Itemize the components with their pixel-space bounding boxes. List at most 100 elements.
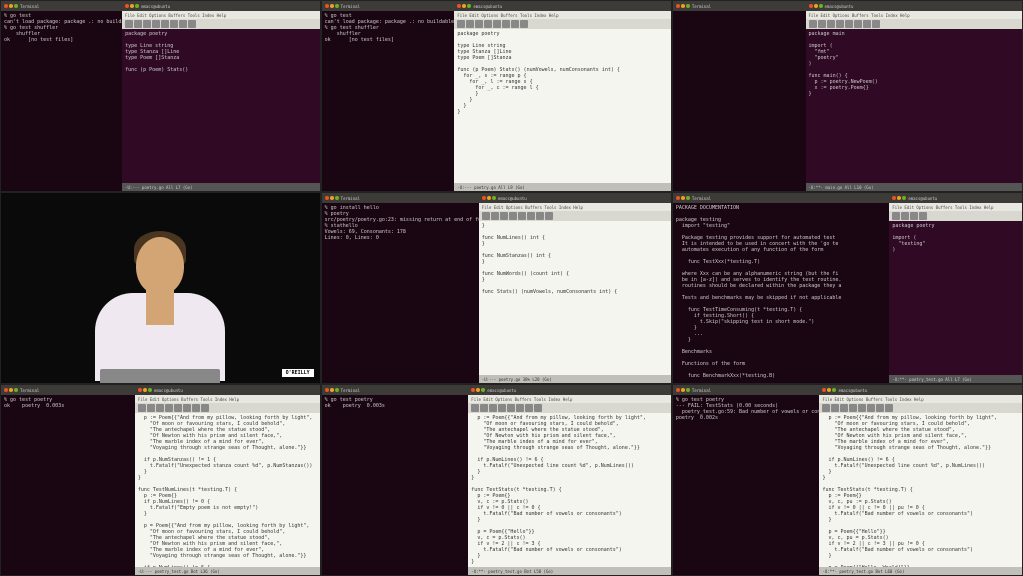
cut-icon[interactable]	[484, 20, 492, 28]
new-icon[interactable]	[482, 212, 490, 220]
new-icon[interactable]	[138, 404, 146, 412]
emacs-titlebar[interactable]: emacs@ubuntu	[468, 385, 671, 395]
copy-icon[interactable]	[174, 404, 182, 412]
undo-icon[interactable]	[192, 404, 200, 412]
terminal-output[interactable]: PACKAGE DOCUMENTATION package testing im…	[673, 203, 889, 383]
copy-icon[interactable]	[858, 404, 866, 412]
toolbar[interactable]	[479, 211, 671, 221]
toolbar[interactable]	[135, 403, 320, 413]
undo-icon[interactable]	[863, 20, 871, 28]
terminal-output[interactable]	[673, 11, 806, 191]
menubar[interactable]: File Edit Options Buffers Tools Index He…	[889, 203, 1022, 211]
cut-icon[interactable]	[849, 404, 857, 412]
menubar[interactable]: File Edit Options Buffers Tools Index He…	[468, 395, 671, 403]
new-icon[interactable]	[892, 212, 900, 220]
paste-icon[interactable]	[516, 404, 524, 412]
close-icon[interactable]	[125, 4, 129, 8]
terminal-output[interactable]: % go test poetry ok poetry 0.003s	[322, 395, 469, 575]
copy-icon[interactable]	[507, 404, 515, 412]
toolbar[interactable]	[806, 19, 1023, 29]
code-editor[interactable]: p := Poem{{"And from my pillow, looking …	[819, 413, 1022, 567]
terminal-titlebar[interactable]: Terminal	[322, 385, 469, 395]
cut-icon[interactable]	[152, 20, 160, 28]
menubar[interactable]: File Edit Options Buffers Tools Index He…	[454, 11, 671, 19]
emacs-titlebar[interactable]: emacs@ubuntu	[135, 385, 320, 395]
close-icon[interactable]	[676, 196, 680, 200]
close-icon[interactable]	[892, 196, 896, 200]
minimize-icon[interactable]	[897, 196, 901, 200]
cut-icon[interactable]	[498, 404, 506, 412]
minimize-icon[interactable]	[130, 4, 134, 8]
maximize-icon[interactable]	[902, 196, 906, 200]
code-editor[interactable]: p := Poem{{"And from my pillow, looking …	[135, 413, 320, 567]
maximize-icon[interactable]	[148, 388, 152, 392]
terminal-titlebar[interactable]: Terminal	[673, 193, 889, 203]
emacs-titlebar[interactable]: emacs@ubuntu	[454, 1, 671, 11]
code-editor[interactable]: package poetry type Line string type Sta…	[454, 29, 671, 183]
new-icon[interactable]	[809, 20, 817, 28]
terminal-titlebar[interactable]: Terminal	[1, 385, 135, 395]
cut-icon[interactable]	[919, 212, 927, 220]
undo-icon[interactable]	[525, 404, 533, 412]
save-icon[interactable]	[910, 212, 918, 220]
maximize-icon[interactable]	[686, 196, 690, 200]
minimize-icon[interactable]	[9, 388, 13, 392]
code-editor[interactable]: package poetry import ( "testing" )	[889, 221, 1022, 375]
minimize-icon[interactable]	[143, 388, 147, 392]
toolbar[interactable]	[819, 403, 1022, 413]
close-icon[interactable]	[325, 388, 329, 392]
open-icon[interactable]	[491, 212, 499, 220]
search-icon[interactable]	[872, 20, 880, 28]
emacs-titlebar[interactable]: emacs@ubuntu	[122, 1, 320, 11]
code-editor[interactable]: } func NumLines() int { } func NumStanza…	[479, 221, 671, 375]
close-icon[interactable]	[676, 4, 680, 8]
minimize-icon[interactable]	[330, 196, 334, 200]
emacs-titlebar[interactable]: emacs@ubuntu	[479, 193, 671, 203]
paste-icon[interactable]	[170, 20, 178, 28]
open-icon[interactable]	[831, 404, 839, 412]
emacs-titlebar[interactable]: emacs@ubuntu	[819, 385, 1022, 395]
close-icon[interactable]	[809, 4, 813, 8]
menubar[interactable]: File Edit Options Buffers Tools Index He…	[806, 11, 1023, 19]
emacs-titlebar[interactable]: emacs@ubuntu	[889, 193, 1022, 203]
close-icon[interactable]	[482, 196, 486, 200]
paste-icon[interactable]	[854, 20, 862, 28]
minimize-icon[interactable]	[487, 196, 491, 200]
maximize-icon[interactable]	[467, 4, 471, 8]
paste-icon[interactable]	[867, 404, 875, 412]
cut-icon[interactable]	[509, 212, 517, 220]
close-icon[interactable]	[325, 4, 329, 8]
search-icon[interactable]	[545, 212, 553, 220]
new-icon[interactable]	[457, 20, 465, 28]
save-icon[interactable]	[489, 404, 497, 412]
new-icon[interactable]	[822, 404, 830, 412]
minimize-icon[interactable]	[462, 4, 466, 8]
code-editor[interactable]: p := Poem{{"And from my pillow, looking …	[468, 413, 671, 567]
open-icon[interactable]	[818, 20, 826, 28]
code-editor[interactable]: package main import ( "fmt" "poetry" ) f…	[806, 29, 1023, 183]
toolbar[interactable]	[454, 19, 671, 29]
maximize-icon[interactable]	[14, 388, 18, 392]
undo-icon[interactable]	[536, 212, 544, 220]
paste-icon[interactable]	[502, 20, 510, 28]
terminal-output[interactable]: % go install hello % poetry src/poetry/p…	[322, 203, 479, 383]
open-icon[interactable]	[134, 20, 142, 28]
minimize-icon[interactable]	[681, 4, 685, 8]
close-icon[interactable]	[676, 388, 680, 392]
save-icon[interactable]	[156, 404, 164, 412]
open-icon[interactable]	[901, 212, 909, 220]
minimize-icon[interactable]	[330, 4, 334, 8]
maximize-icon[interactable]	[481, 388, 485, 392]
undo-icon[interactable]	[876, 404, 884, 412]
toolbar[interactable]	[889, 211, 1022, 221]
search-icon[interactable]	[534, 404, 542, 412]
copy-icon[interactable]	[845, 20, 853, 28]
save-icon[interactable]	[500, 212, 508, 220]
open-icon[interactable]	[480, 404, 488, 412]
minimize-icon[interactable]	[9, 4, 13, 8]
maximize-icon[interactable]	[832, 388, 836, 392]
toolbar[interactable]	[468, 403, 671, 413]
maximize-icon[interactable]	[686, 388, 690, 392]
new-icon[interactable]	[471, 404, 479, 412]
cut-icon[interactable]	[165, 404, 173, 412]
